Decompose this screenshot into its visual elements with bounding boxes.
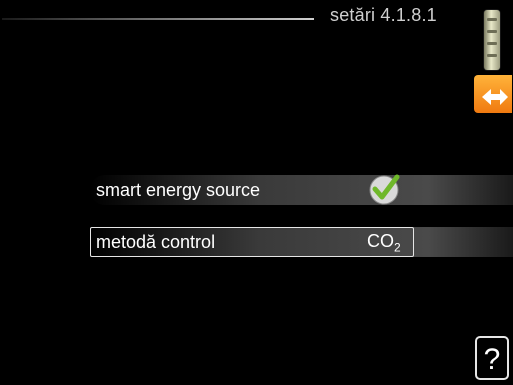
checkmark-icon[interactable] bbox=[367, 173, 401, 207]
menu-row-smart-energy-source[interactable]: smart energy source bbox=[90, 173, 513, 207]
arrows-icon bbox=[482, 89, 508, 105]
row-label: smart energy source bbox=[96, 180, 261, 200]
help-button[interactable]: ? bbox=[475, 336, 509, 380]
page-title: setări 4.1.8.1 bbox=[330, 5, 437, 25]
scroll-indicator[interactable] bbox=[484, 10, 500, 70]
selection-frame bbox=[90, 227, 414, 257]
header-divider bbox=[2, 18, 314, 20]
status-icon bbox=[474, 75, 512, 113]
